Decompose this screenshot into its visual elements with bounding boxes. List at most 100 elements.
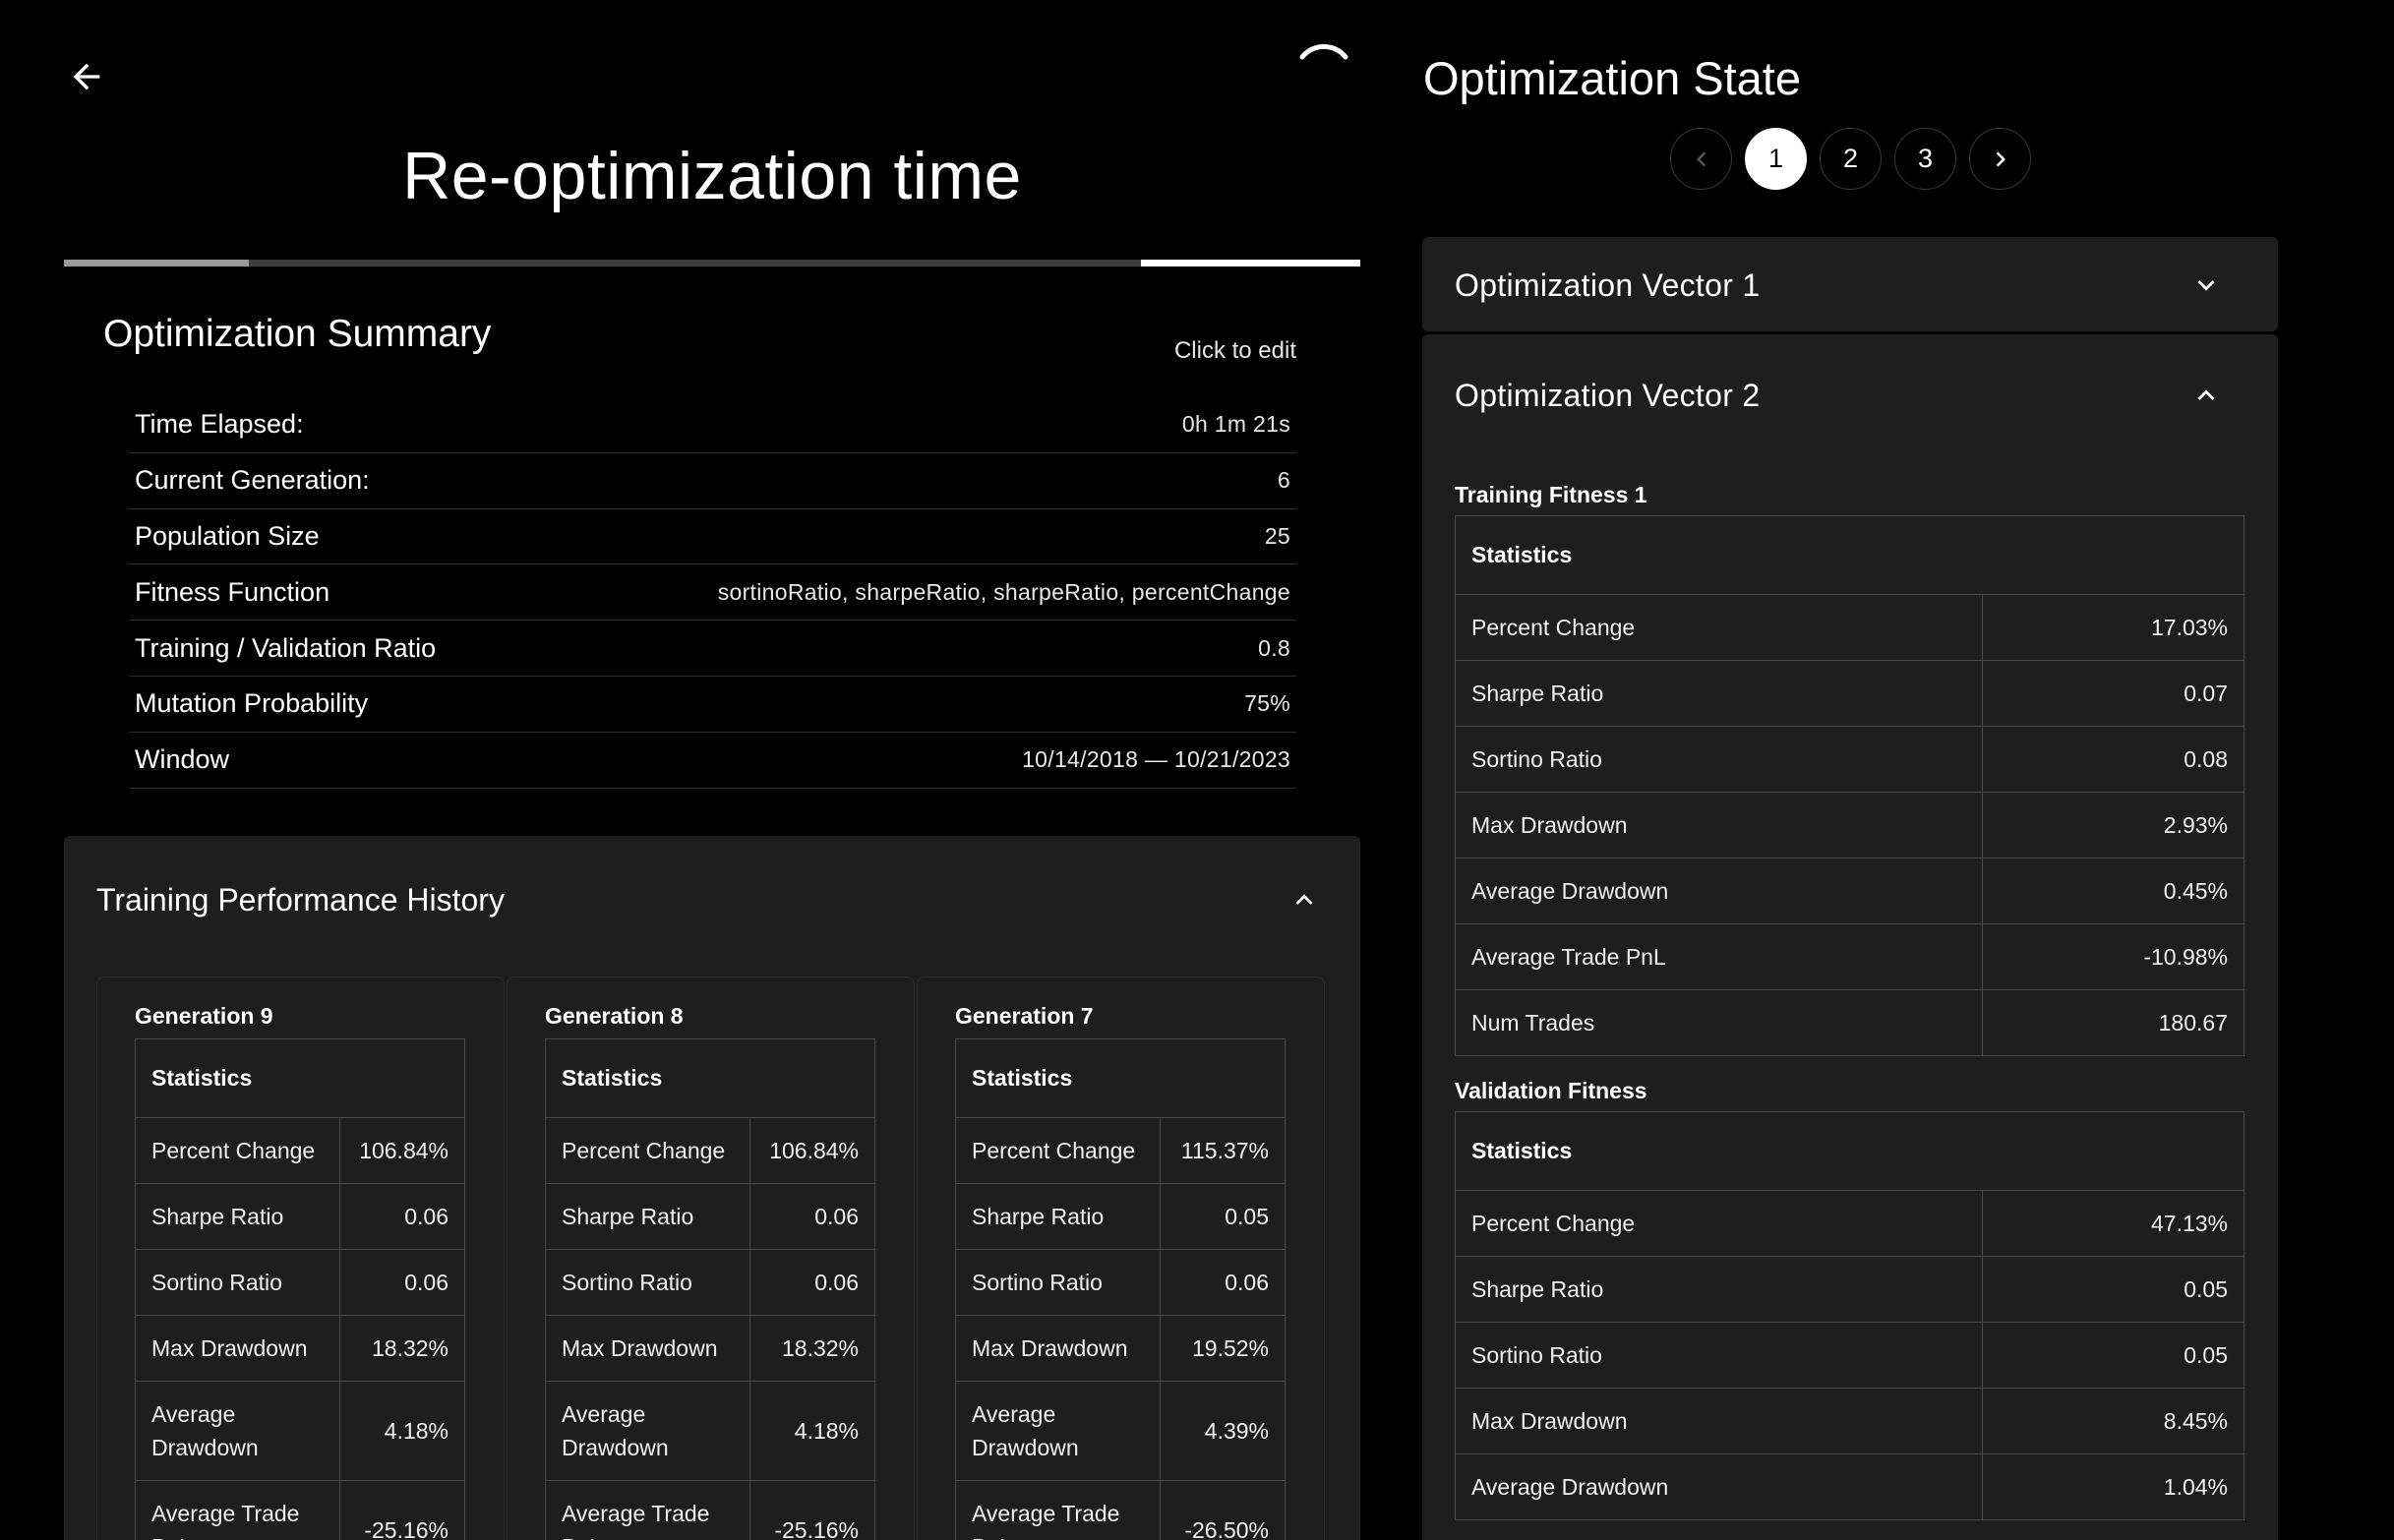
summary-row: Population Size 25 — [129, 509, 1296, 565]
vector-2-accordion-header[interactable]: Optimization Vector 2 — [1422, 334, 2278, 456]
stat-name: Num Trades — [1455, 989, 1983, 1056]
statistics-table: Statistics Percent Change 115.37% Sharpe … — [955, 1038, 1286, 1540]
stat-name: Max Drawdown — [1455, 792, 1983, 859]
stat-name: Average Trade PnL — [955, 1480, 1161, 1540]
history-title: Training Performance History — [96, 881, 505, 918]
generation-title: Generation 8 — [545, 1003, 684, 1029]
table-row: Average Drawdown 4.18% — [545, 1381, 875, 1481]
generation-card: Generation 7 Statistics Percent Change 11… — [917, 977, 1325, 1540]
table-row: Max Drawdown 18.32% — [135, 1315, 465, 1382]
table-row: Sortino Ratio 0.08 — [1455, 726, 2244, 793]
optimization-vector-1: Optimization Vector 1 — [1422, 237, 2278, 331]
summary-key: Fitness Function — [135, 576, 330, 607]
progress-segment-complete — [64, 260, 250, 267]
stat-value: 47.13% — [1982, 1190, 2244, 1257]
stat-value: 0.07 — [1982, 660, 2244, 727]
summary-row: Current Generation: 6 — [129, 453, 1296, 509]
stat-name: Average Drawdown — [1455, 1453, 1983, 1520]
stat-value: -26.50% — [1160, 1480, 1286, 1540]
vector-1-accordion-header[interactable]: Optimization Vector 1 — [1422, 237, 2278, 333]
stat-value: 0.45% — [1982, 858, 2244, 924]
summary-row: Window 10/14/2018 — 10/21/2023 — [129, 733, 1296, 789]
page-button-2[interactable]: 2 — [1820, 128, 1882, 190]
stat-name: Average Drawdown — [545, 1381, 750, 1481]
table-row: Percent Change 106.84% — [545, 1117, 875, 1184]
back-button[interactable] — [61, 51, 112, 102]
table-row: Sortino Ratio 0.06 — [955, 1249, 1286, 1316]
summary-value: 25 — [1264, 522, 1290, 549]
stat-name: Sharpe Ratio — [545, 1183, 750, 1250]
stat-name: Percent Change — [545, 1117, 750, 1184]
stat-value: 115.37% — [1160, 1117, 1286, 1184]
table-row: Average Drawdown 4.39% — [955, 1381, 1286, 1481]
page-title: Re-optimization time — [402, 139, 1022, 213]
chevron-up-icon[interactable] — [2189, 379, 2223, 412]
generation-card: Generation 9 Statistics Percent Change 10… — [96, 977, 505, 1540]
table-row: Percent Change 17.03% — [1455, 594, 2244, 661]
stat-value: 4.18% — [339, 1381, 465, 1481]
page-button-1[interactable]: 1 — [1745, 128, 1807, 190]
stat-value: -10.98% — [1982, 923, 2244, 990]
stat-value: 19.52% — [1160, 1315, 1286, 1382]
summary-key: Mutation Probability — [135, 688, 369, 719]
table-row: Sharpe Ratio 0.05 — [1455, 1256, 2244, 1323]
stat-value: 0.06 — [749, 1183, 875, 1250]
progress-segment-current — [1141, 260, 1360, 267]
stat-name: Max Drawdown — [545, 1315, 750, 1382]
summary-row: Mutation Probability 75% — [129, 677, 1296, 733]
table-row: Sharpe Ratio 0.06 — [545, 1183, 875, 1250]
history-accordion-header[interactable]: Training Performance History — [64, 836, 1360, 964]
optimization-state-title: Optimization State — [1423, 52, 1802, 104]
table-row: Sortino Ratio 0.05 — [1455, 1322, 2244, 1389]
stat-name: Sortino Ratio — [1455, 1322, 1983, 1389]
stat-name: Average Trade PnL — [1455, 923, 1983, 990]
page-button-3[interactable]: 3 — [1894, 128, 1956, 190]
progress-segment-remaining — [249, 260, 1142, 267]
stat-name: Sharpe Ratio — [1455, 1256, 1983, 1323]
table-row: Max Drawdown 2.93% — [1455, 792, 2244, 859]
stat-value: 18.32% — [749, 1315, 875, 1382]
summary-key: Population Size — [135, 520, 320, 551]
table-row: Sharpe Ratio 0.05 — [955, 1183, 1286, 1250]
stat-name: Average Drawdown — [955, 1381, 1161, 1481]
stat-value: 0.08 — [1982, 726, 2244, 793]
chevron-down-icon[interactable] — [2189, 268, 2223, 302]
stat-value: 0.06 — [339, 1249, 465, 1316]
table-row: Average Trade PnL-25.16% — [545, 1480, 875, 1540]
summary-key: Current Generation: — [135, 465, 370, 496]
stat-value: 106.84% — [749, 1117, 875, 1184]
table-row: Num Trades 180.67 — [1455, 989, 2244, 1056]
stat-value: 17.03% — [1982, 594, 2244, 661]
stat-value: 0.06 — [339, 1183, 465, 1250]
next-page-button[interactable] — [1969, 128, 2031, 190]
previous-page-button[interactable] — [1670, 128, 1732, 190]
stat-name: Percent Change — [1455, 1190, 1983, 1257]
summary-row: Training / Validation Ratio 0.8 — [129, 621, 1296, 677]
stat-name: Sortino Ratio — [955, 1249, 1161, 1316]
progress-bar — [64, 260, 1360, 267]
summary-table: Time Elapsed: 0h 1m 21s Current Generatio… — [129, 397, 1296, 789]
summary-key: Training / Validation Ratio — [135, 632, 437, 663]
stat-name: Average Drawdown — [135, 1381, 340, 1481]
summary-value: 0.8 — [1258, 634, 1290, 661]
chevron-left-icon — [1696, 151, 1706, 166]
stat-name: Sharpe Ratio — [1455, 660, 1983, 727]
click-to-edit-link[interactable]: Click to edit — [1174, 337, 1296, 365]
statistics-header: Statistics — [1455, 515, 2244, 595]
summary-value: 6 — [1277, 467, 1290, 494]
table-row: Percent Change 106.84% — [135, 1117, 465, 1184]
optimization-summary: Optimization Summary Click to edit Time … — [103, 313, 1296, 789]
table-row: Max Drawdown 8.45% — [1455, 1388, 2244, 1454]
statistics-header: Statistics — [1455, 1111, 2244, 1191]
stat-value: 4.39% — [1160, 1381, 1286, 1481]
stat-value: 0.06 — [749, 1249, 875, 1316]
stat-value: 2.93% — [1982, 792, 2244, 859]
table-row: Percent Change 47.13% — [1455, 1190, 2244, 1257]
table-row: Average Trade PnL-26.50% — [955, 1480, 1286, 1540]
stat-value: 0.06 — [1160, 1249, 1286, 1316]
summary-value: 10/14/2018 — 10/21/2023 — [1022, 746, 1290, 773]
stat-value: 0.05 — [1982, 1322, 2244, 1389]
generation-title: Generation 7 — [955, 1003, 1094, 1029]
chevron-up-icon[interactable] — [1287, 883, 1321, 917]
vector-2-title: Optimization Vector 2 — [1455, 377, 1761, 413]
